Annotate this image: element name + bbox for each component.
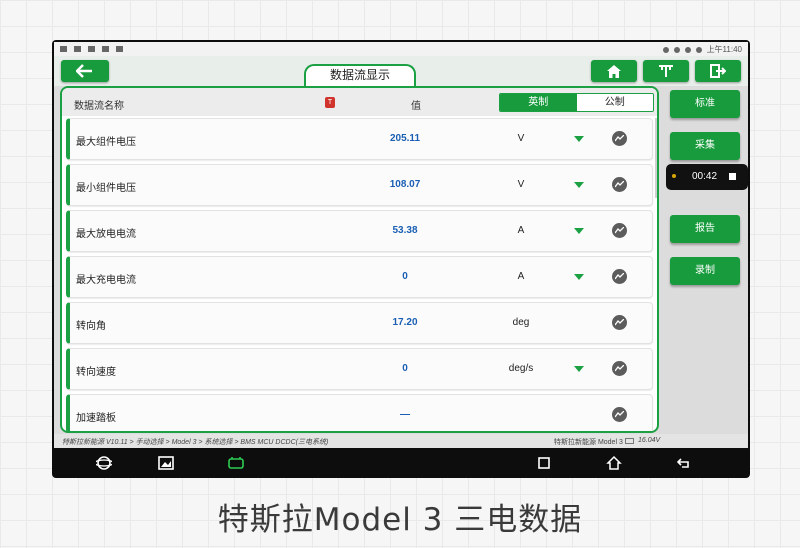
row-value: — <box>400 409 410 420</box>
notification-icon <box>88 46 95 52</box>
row-unit: V <box>517 133 525 144</box>
back-arrow-icon <box>76 64 92 78</box>
image-caption: 特斯拉Model 3 三电数据 <box>217 502 583 538</box>
breadcrumb: 特斯拉新能源 V10.11 > 手动选择 > Model 3 > 系统选择 > … <box>62 439 329 446</box>
row-name: 最大充电电流 <box>76 275 136 286</box>
browser-icon[interactable] <box>96 455 112 471</box>
home-button[interactable] <box>591 60 637 82</box>
table-row[interactable]: 最大组件电压 205.11 V <box>66 118 653 160</box>
upload-icon <box>116 46 123 52</box>
row-unit: deg <box>512 317 530 328</box>
bluetooth-icon <box>673 46 680 53</box>
graph-icon[interactable] <box>612 269 627 284</box>
recent-apps-icon[interactable] <box>536 455 552 471</box>
status-system-icons: 上午11:40 <box>662 44 742 55</box>
data-stream-panel: 数据流名称 T 值 英制 公制 最大组件电压 205.11 V 最小组件电压 1… <box>60 86 659 433</box>
back-nav-icon[interactable] <box>676 455 692 471</box>
notification-icon <box>74 46 81 52</box>
metric-unit-tab[interactable]: 公制 <box>576 94 653 111</box>
row-name: 加速踏板 <box>76 413 116 424</box>
row-value: 17.20 <box>392 317 418 328</box>
unit-dropdown-icon[interactable] <box>574 182 584 188</box>
row-unit: V <box>517 179 525 190</box>
android-nav-bar <box>52 448 750 478</box>
notification-icon <box>102 46 109 52</box>
column-header-value: 值 <box>411 101 421 112</box>
unit-dropdown-icon[interactable] <box>574 366 584 372</box>
column-header-name: 数据流名称 <box>74 101 124 112</box>
unit-dropdown-icon[interactable] <box>574 228 584 234</box>
connector-icon <box>659 65 673 77</box>
graph-icon[interactable] <box>612 223 627 238</box>
tablet-device: 上午11:40 数据流显示 数据流名称 T 值 英制 公制 最大组件电压 205… <box>52 40 750 478</box>
imperial-unit-tab[interactable]: 英制 <box>500 94 577 111</box>
battery-icon <box>695 46 702 53</box>
row-unit: A <box>517 225 525 236</box>
row-value: 0 <box>402 363 408 374</box>
table-header: 数据流名称 T 值 英制 公制 <box>62 88 657 116</box>
row-name: 转向角 <box>76 321 106 332</box>
voltage-readout: 16.04V <box>638 437 661 444</box>
vci-connector-button[interactable] <box>643 60 689 82</box>
table-row[interactable]: 转向角 17.20 deg <box>66 302 653 344</box>
top-toolbar: 数据流显示 <box>54 56 748 86</box>
graph-icon[interactable] <box>612 177 627 192</box>
row-name: 最大放电电流 <box>76 229 136 240</box>
battery-voltage-icon <box>625 438 634 444</box>
back-button[interactable] <box>61 60 109 82</box>
table-row[interactable]: 加速踏板 — <box>66 394 653 431</box>
home-nav-icon[interactable] <box>606 455 622 471</box>
exit-button[interactable] <box>695 60 741 82</box>
footer-info-bar: 特斯拉新能源 V10.11 > 手动选择 > Model 3 > 系统选择 > … <box>54 434 748 448</box>
timer-text: 00:42 <box>692 171 718 182</box>
row-value: 205.11 <box>389 133 421 144</box>
gallery-icon[interactable] <box>158 455 174 471</box>
record-button[interactable]: 录制 <box>670 257 740 285</box>
status-notification-icons <box>60 44 123 52</box>
vehicle-info: 特斯拉新能源 Model 3 <box>554 439 623 446</box>
standard-button[interactable]: 标准 <box>670 90 740 118</box>
report-button[interactable]: 报告 <box>670 215 740 243</box>
row-name: 最大组件电压 <box>76 137 136 148</box>
table-row[interactable]: 转向速度 0 deg/s <box>66 348 653 390</box>
flag-icon[interactable]: T <box>325 97 335 108</box>
row-value: 108.07 <box>389 179 421 190</box>
unit-system-toggle: 英制 公制 <box>499 93 654 112</box>
notification-icon <box>60 46 67 52</box>
page-title: 数据流显示 <box>304 64 416 86</box>
unit-dropdown-icon[interactable] <box>574 136 584 142</box>
recording-indicator-icon <box>672 174 676 178</box>
table-row[interactable]: 最大放电电流 53.38 A <box>66 210 653 252</box>
graph-icon[interactable] <box>612 131 627 146</box>
row-unit: A <box>517 271 525 282</box>
row-name: 转向速度 <box>76 367 116 378</box>
stop-icon[interactable] <box>729 173 736 180</box>
exit-icon <box>710 64 726 78</box>
wifi-icon <box>684 46 691 53</box>
vci-device-icon[interactable] <box>228 455 244 471</box>
row-name: 最小组件电压 <box>76 183 136 194</box>
row-value: 0 <box>402 271 408 282</box>
home-icon <box>607 64 621 78</box>
capture-button[interactable]: 采集 <box>670 132 740 160</box>
screen-recording-timer: 00:42 <box>666 164 748 190</box>
row-value: 53.38 <box>392 225 418 236</box>
graph-icon[interactable] <box>612 361 627 376</box>
graph-icon[interactable] <box>612 315 627 330</box>
graph-icon[interactable] <box>612 407 627 422</box>
row-unit: deg/s <box>508 363 534 374</box>
table-row[interactable]: 最小组件电压 108.07 V <box>66 164 653 206</box>
unit-dropdown-icon[interactable] <box>574 274 584 280</box>
scrollbar[interactable] <box>655 118 657 198</box>
status-bar: 上午11:40 <box>54 42 748 56</box>
location-icon <box>662 46 669 53</box>
app-screen: 上午11:40 数据流显示 数据流名称 T 值 英制 公制 最大组件电压 205… <box>54 42 748 448</box>
status-time: 上午11:40 <box>706 45 742 54</box>
table-row[interactable]: 最大充电电流 0 A <box>66 256 653 298</box>
